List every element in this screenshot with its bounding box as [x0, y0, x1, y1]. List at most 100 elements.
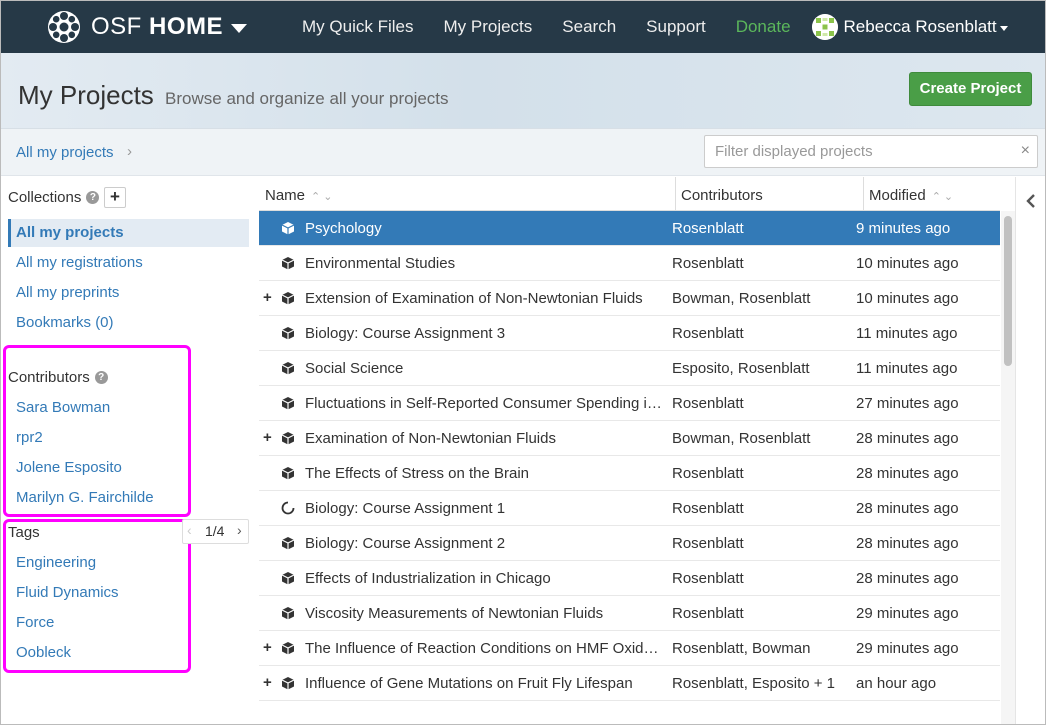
project-name[interactable]: Social Science: [305, 360, 665, 377]
column-header-name[interactable]: Name ⌃⌄: [259, 177, 335, 211]
nav-my-quick-files[interactable]: My Quick Files: [287, 1, 428, 53]
project-name[interactable]: Psychology: [305, 220, 665, 237]
table-row[interactable]: Psychology Rosenblatt 9 minutes ago: [259, 211, 1000, 246]
table-row[interactable]: Biology: Course Assignment 2 Rosenblatt 28…: [259, 526, 1000, 561]
clear-filter-icon[interactable]: ×: [1021, 142, 1030, 160]
project-cube-icon: [281, 432, 295, 445]
project-name[interactable]: Fluctuations in Self-Reported Consumer S…: [305, 395, 665, 412]
expand-toggle-icon[interactable]: +: [263, 674, 272, 691]
project-contributors: Rosenblatt, Bowman: [672, 640, 811, 657]
collection-all-my-registrations[interactable]: All my registrations: [8, 249, 249, 277]
project-name[interactable]: Influence of Gene Mutations on Fruit Fly…: [305, 675, 665, 692]
project-name[interactable]: Effects of Industrialization in Chicago: [305, 570, 665, 587]
osf-home-brand[interactable]: OSF HOME: [47, 1, 248, 53]
project-modified: 28 minutes ago: [856, 500, 959, 517]
table-row[interactable]: Biology: Course Assignment 1 Rosenblatt 28…: [259, 491, 1000, 526]
tags-heading: Tags: [8, 524, 40, 541]
project-cube-icon: [281, 467, 295, 480]
project-modified: 11 minutes ago: [856, 360, 958, 377]
contributor-jolene-esposito[interactable]: Jolene Esposito: [8, 454, 178, 482]
tag-force[interactable]: Force: [8, 609, 178, 637]
project-name[interactable]: Biology: Course Assignment 3: [305, 325, 665, 342]
project-contributors: Rosenblatt, Esposito + 1: [672, 675, 836, 692]
project-name[interactable]: Viscosity Measurements of Newtonian Flui…: [305, 605, 665, 622]
tags-label: Tags: [8, 524, 40, 541]
brand-text: OSF HOME: [91, 13, 224, 40]
table-row[interactable]: Fluctuations in Self-Reported Consumer S…: [259, 386, 1000, 421]
pager-next-icon[interactable]: ›: [237, 522, 242, 538]
project-modified: 10 minutes ago: [856, 255, 959, 272]
project-name[interactable]: Biology: Course Assignment 2: [305, 535, 665, 552]
project-modified: 28 minutes ago: [856, 430, 959, 447]
table-row[interactable]: Social Science Esposito, Rosenblatt 11 min…: [259, 351, 1000, 386]
project-modified: 28 minutes ago: [856, 570, 959, 587]
tag-oobleck[interactable]: Oobleck: [8, 639, 178, 667]
project-name[interactable]: The Effects of Stress on the Brain: [305, 465, 665, 482]
project-contributors: Rosenblatt: [672, 500, 744, 517]
table-row[interactable]: + Examination of Non-Newtonian Fluids Bowm…: [259, 421, 1000, 456]
sort-arrows-icon[interactable]: ⌃⌄: [311, 191, 335, 203]
caret-down-icon: [999, 25, 1008, 31]
help-icon[interactable]: ?: [94, 371, 108, 384]
create-project-button[interactable]: Create Project: [909, 72, 1032, 106]
add-collection-button[interactable]: +: [104, 187, 126, 208]
nav-search[interactable]: Search: [547, 1, 631, 53]
contributor-marilyn-g-fairchilde[interactable]: Marilyn G. Fairchilde: [8, 484, 178, 512]
expand-toggle-icon[interactable]: +: [263, 429, 272, 446]
column-name-label: Name: [265, 187, 306, 204]
project-name[interactable]: Extension of Examination of Non-Newtonia…: [305, 290, 665, 307]
collections-heading: Collections ?: [8, 189, 100, 206]
nav-links: My Quick Files My Projects Search Suppor…: [287, 1, 806, 53]
column-header-modified[interactable]: Modified ⌃⌄: [863, 177, 956, 211]
project-cube-icon: [281, 362, 295, 375]
project-contributors: Esposito, Rosenblatt: [672, 360, 810, 377]
filter-projects-input[interactable]: [705, 136, 1015, 167]
loading-spinner-icon: [281, 501, 295, 515]
nav-donate[interactable]: Donate: [721, 1, 806, 53]
project-contributors: Rosenblatt: [672, 465, 744, 482]
nav-my-projects[interactable]: My Projects: [428, 1, 547, 53]
table-row[interactable]: Effects of Industrialization in Chicago R…: [259, 561, 1000, 596]
project-name[interactable]: The Influence of Reaction Conditions on …: [305, 640, 665, 657]
table-row[interactable]: + Influence of Gene Mutations on Fruit Fl…: [259, 666, 1000, 701]
project-cube-icon: [281, 642, 295, 655]
collection-all-my-projects[interactable]: All my projects: [8, 219, 249, 247]
help-icon[interactable]: ?: [86, 191, 100, 204]
table-scrollbar[interactable]: [1001, 211, 1015, 724]
nav-support[interactable]: Support: [631, 1, 721, 53]
contributor-rpr2[interactable]: rpr2: [8, 424, 178, 452]
project-modified: 10 minutes ago: [856, 290, 959, 307]
table-row[interactable]: The Effects of Stress on the Brain Rosenb…: [259, 456, 1000, 491]
contributor-sara-bowman[interactable]: Sara Bowman: [8, 394, 178, 422]
table-header: Name ⌃⌄ Contributors Modified ⌃⌄: [259, 177, 1000, 211]
tag-fluid-dynamics[interactable]: Fluid Dynamics: [8, 579, 178, 607]
chevron-left-icon[interactable]: [1023, 191, 1039, 211]
project-name[interactable]: Examination of Non-Newtonian Fluids: [305, 430, 665, 447]
column-header-contributors: Contributors: [675, 177, 763, 211]
project-cube-icon: [281, 677, 295, 690]
collection-bookmarks[interactable]: Bookmarks (0): [8, 309, 249, 337]
expand-toggle-icon[interactable]: +: [263, 289, 272, 306]
project-cube-icon: [281, 572, 295, 585]
table-row[interactable]: Biology: Course Assignment 3 Rosenblatt 11…: [259, 316, 1000, 351]
project-name[interactable]: Environmental Studies: [305, 255, 665, 272]
table-row[interactable]: Viscosity Measurements of Newtonian Flui…: [259, 596, 1000, 631]
caret-down-icon: [231, 24, 248, 33]
collection-all-my-preprints[interactable]: All my preprints: [8, 279, 249, 307]
user-menu[interactable]: Rebecca Rosenblatt: [811, 14, 1008, 40]
table-row[interactable]: + Extension of Examination of Non-Newtoni…: [259, 281, 1000, 316]
sort-arrows-icon[interactable]: ⌃⌄: [932, 191, 956, 203]
tag-engineering[interactable]: Engineering: [8, 549, 178, 577]
project-modified: 28 minutes ago: [856, 535, 959, 552]
table-row[interactable]: + The Influence of Reaction Conditions on…: [259, 631, 1000, 666]
breadcrumb-all-my-projects[interactable]: All my projects: [16, 144, 114, 161]
expand-toggle-icon[interactable]: +: [263, 639, 272, 656]
project-cube-icon: [281, 537, 295, 550]
project-contributors: Rosenblatt: [672, 220, 744, 237]
table-row[interactable]: Environmental Studies Rosenblatt 10 minute…: [259, 246, 1000, 281]
pager-prev-icon[interactable]: ‹: [187, 522, 192, 538]
contributors-heading: Contributors ?: [8, 369, 108, 386]
user-name: Rebecca Rosenblatt: [843, 17, 997, 36]
project-name[interactable]: Biology: Course Assignment 1: [305, 500, 665, 517]
scrollbar-thumb[interactable]: [1004, 216, 1012, 366]
